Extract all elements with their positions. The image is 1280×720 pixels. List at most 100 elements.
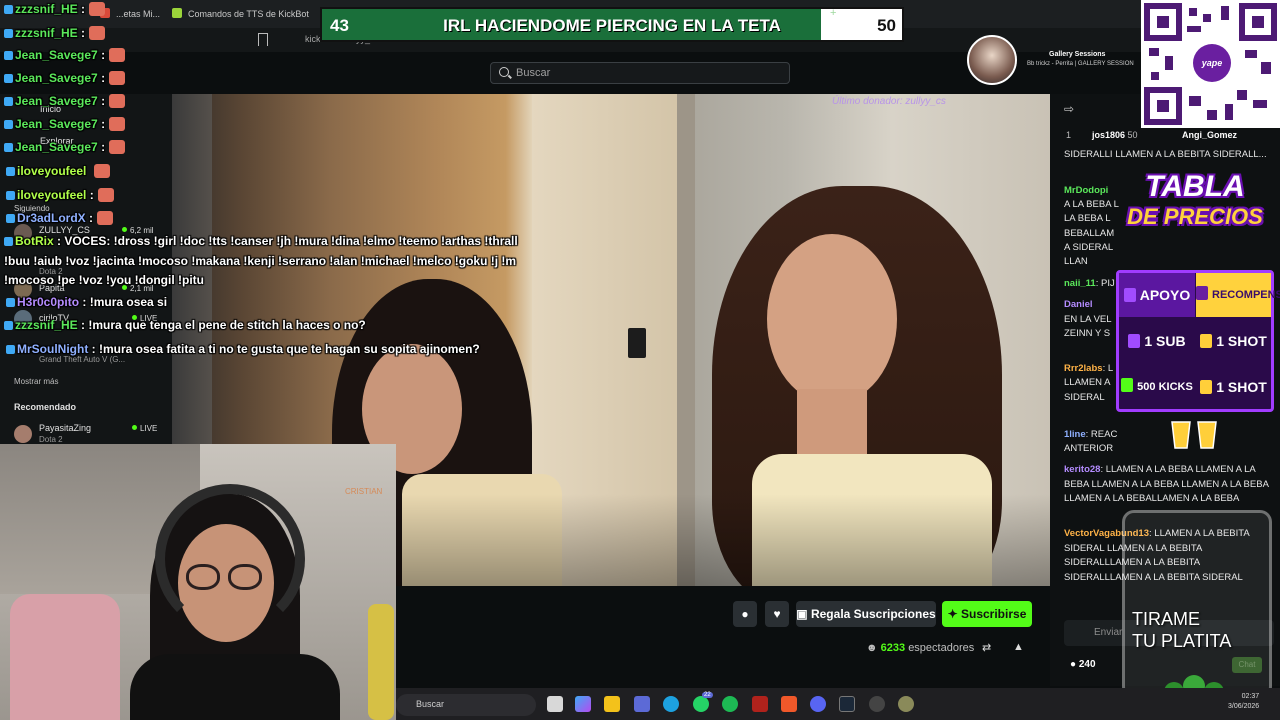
obs-icon[interactable] (869, 696, 885, 712)
points-icon: ● (1070, 659, 1079, 670)
overlay-chat-text: : (77, 2, 86, 16)
emote-icon (97, 211, 114, 225)
edge-icon[interactable] (663, 696, 679, 712)
whatsapp-icon[interactable] (693, 696, 709, 712)
overlay-chat-message: zzzsnif_HE : (4, 26, 106, 40)
goal-target: 50 (877, 16, 896, 35)
chat-username[interactable]: naii_11 (1064, 278, 1096, 289)
overlay-chat-message: Dr3adLordX : (6, 211, 114, 225)
overlay-chat-message: zzzsnif_HE : (4, 2, 106, 16)
webcam-overlay: CRISTIAN (0, 444, 396, 720)
emote-icon (109, 117, 126, 131)
chat-text: ZEINN Y S (1064, 328, 1111, 339)
emote-icon (97, 188, 114, 202)
copilot-icon[interactable] (575, 696, 591, 712)
overlay-chat-message: iloveyoufeel : (6, 188, 114, 202)
price-table-title-2: DE PRECIOS (1127, 204, 1263, 229)
chat-text: : REAC (1085, 429, 1118, 440)
bell-icon: ● (741, 607, 749, 621)
video-scene (628, 328, 646, 358)
collapse-chat-icon[interactable]: ⇨ (1064, 102, 1074, 116)
emote-icon (93, 164, 110, 178)
chat-username[interactable]: 1line (1064, 429, 1086, 440)
file-explorer-icon[interactable] (604, 696, 620, 712)
follow-button[interactable]: ♥ (765, 601, 789, 627)
taskbar-search-placeholder: Buscar (416, 699, 445, 709)
gift-subs-label: Regala Suscripciones (810, 607, 936, 621)
shot-glasses-icon (1171, 421, 1217, 449)
chat-badge-icon (4, 143, 13, 152)
goal-title: IRL HACIENDOME PIERCING EN LA TETA (443, 16, 781, 35)
store-icon[interactable] (634, 696, 650, 712)
chat-text: A LA BEBA L (1064, 199, 1119, 210)
discord-icon[interactable] (810, 696, 826, 712)
chat-badge-icon (4, 51, 13, 60)
brave-icon[interactable] (781, 696, 797, 712)
taskbar-search[interactable]: Buscar (396, 694, 536, 716)
overlay-chat-message: zzzsnif_HE : !mura que tenga el pene de … (4, 318, 366, 332)
tip-jar-text: TIRAME TU PLATITA (1132, 608, 1272, 652)
video-scene (797, 389, 867, 459)
chat-username[interactable]: MrDodopi (1064, 185, 1108, 196)
overlay-chat-username: iloveyoufeel (17, 188, 87, 202)
show-more-link[interactable]: Mostrar más (14, 377, 58, 386)
clock-date: 3/06/2026 (1228, 703, 1260, 710)
points-value: 240 (1078, 659, 1096, 670)
now-playing-subtitle: Bb trickz - Perrita | GALLERY SESSION (1027, 61, 1134, 67)
steam-icon[interactable] (839, 696, 855, 712)
overlay-chat-message: iloveyoufeel (6, 164, 110, 178)
gift-icon (1196, 286, 1208, 300)
notification-badge: 22 (702, 692, 713, 698)
spotify-icon[interactable] (722, 696, 738, 712)
leaderboard-user: jos1806 50 (1092, 130, 1138, 140)
chat-text: BEBALLAM (1064, 228, 1115, 239)
row-label: 1 SHOT (1216, 379, 1267, 395)
chat-username[interactable]: Daniel (1064, 299, 1093, 310)
overlay-chat-username: Jean_Savege7 (15, 117, 98, 131)
leaderboard-user-2: Angi_Gomez (1182, 130, 1238, 140)
avatar[interactable] (14, 425, 32, 443)
app-icon[interactable] (898, 696, 914, 712)
last-donor-text: Último donador: zullyy_cs (832, 96, 946, 107)
price-table-overlay: TABLA DE PRECIOS APOYO RECOMPENSA 1 SUB … (1116, 158, 1280, 452)
overlay-chat-username: Jean_Savege7 (15, 140, 98, 154)
subscribe-button[interactable]: ✦ Suscribirse (942, 601, 1032, 627)
price-table-title: TABLA DE PRECIOS (1122, 172, 1268, 232)
report-icon[interactable]: ▲ (1013, 641, 1024, 653)
chat-badge-icon (4, 97, 13, 106)
tip-jar-line-1: TIRAME (1132, 609, 1201, 629)
hand-icon (1123, 288, 1136, 302)
overlay-chat-message: H3r0c0pito : !mura osea si (6, 295, 167, 309)
heart-icon: ♥ (773, 607, 781, 621)
chat-text: SIDERAL (1064, 392, 1105, 403)
overlay-chat-text: : VOCES: !dross !girl !doc !tts !canser … (53, 234, 518, 248)
overlay-chat-text: : !mura osea si (79, 295, 168, 309)
gift-subs-button[interactable]: ▣ Regala Suscripciones (796, 601, 936, 627)
chat-input-placeholder: Enviar (1094, 627, 1123, 638)
sidebar-channel-name[interactable]: PayasitaZing (39, 423, 91, 433)
chat-text: EN LA VEL (1064, 314, 1112, 325)
chat-username[interactable]: Rrr2labs (1064, 363, 1103, 374)
overlay-chat-text: : (97, 94, 106, 108)
taskbar-clock: 02:37 3/06/2026 (1228, 692, 1259, 712)
overlay-chat-username: zzzsnif_HE (15, 26, 78, 40)
webcam-wall-label: CRISTIAN (345, 487, 383, 496)
overlay-chat-text: : (85, 211, 94, 225)
leaderboard-username: jos1806 (1092, 130, 1126, 140)
notification-bell-button[interactable]: ● (733, 601, 757, 627)
chat-badge-icon (6, 191, 15, 200)
chat-text: : PIJ (1095, 278, 1115, 289)
task-view-icon[interactable] (547, 696, 563, 712)
overlay-chat-username: MrSoulNight (17, 342, 89, 356)
shot-glass-icon (1200, 334, 1213, 348)
dota-icon[interactable] (752, 696, 768, 712)
channel-points[interactable]: ● 240 (1070, 659, 1096, 670)
price-row-support: 500 KICKS (1119, 365, 1195, 409)
overlay-chat-username: Dr3adLordX (17, 211, 86, 225)
emote-icon (89, 2, 106, 16)
shot-glass-icon (1200, 380, 1213, 394)
chat-text: LLAN (1064, 256, 1088, 267)
chat-username[interactable]: kerito28 (1064, 464, 1100, 475)
chat-badge-icon (6, 345, 15, 354)
share-icon[interactable]: ⇄ (982, 641, 991, 654)
